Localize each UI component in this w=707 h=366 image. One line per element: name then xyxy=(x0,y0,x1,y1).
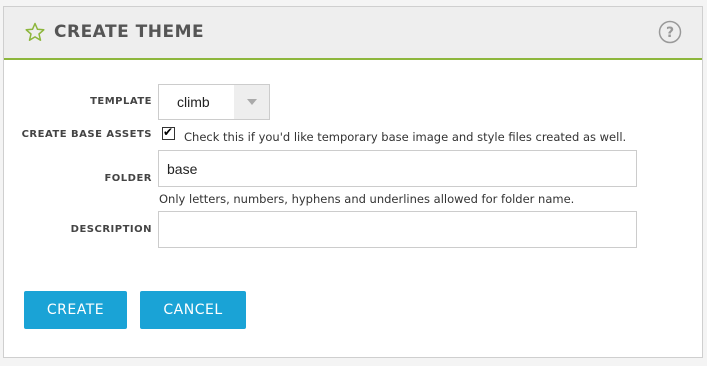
create-theme-panel: CREATE THEME ? TEMPLATE climb CREATE BAS… xyxy=(3,6,703,358)
star-outline-icon xyxy=(25,22,45,41)
create-base-assets-checkbox[interactable]: ✔ xyxy=(162,125,175,140)
panel-header: CREATE THEME ? xyxy=(4,7,702,60)
chevron-down-icon xyxy=(247,99,257,105)
checkmark-icon: ✔ xyxy=(163,125,174,139)
create-base-assets-help: Check this if you'd like temporary base … xyxy=(184,130,627,144)
description-label: DESCRIPTION xyxy=(70,224,152,235)
folder-help: Only letters, numbers, hyphens and under… xyxy=(159,192,575,206)
select-arrow-button[interactable] xyxy=(234,85,269,119)
template-select-value: climb xyxy=(177,94,210,110)
page-title: CREATE THEME xyxy=(54,22,205,42)
folder-label: FOLDER xyxy=(104,173,152,184)
svg-text:?: ? xyxy=(666,25,674,41)
description-input[interactable] xyxy=(158,211,637,248)
create-button[interactable]: CREATE xyxy=(24,291,127,329)
cancel-button[interactable]: CANCEL xyxy=(140,291,246,329)
create-base-assets-label: CREATE BASE ASSETS xyxy=(21,129,152,140)
help-icon[interactable]: ? xyxy=(658,20,682,44)
template-select[interactable]: climb xyxy=(158,84,270,120)
folder-input[interactable] xyxy=(158,150,637,187)
template-label: TEMPLATE xyxy=(90,96,152,107)
